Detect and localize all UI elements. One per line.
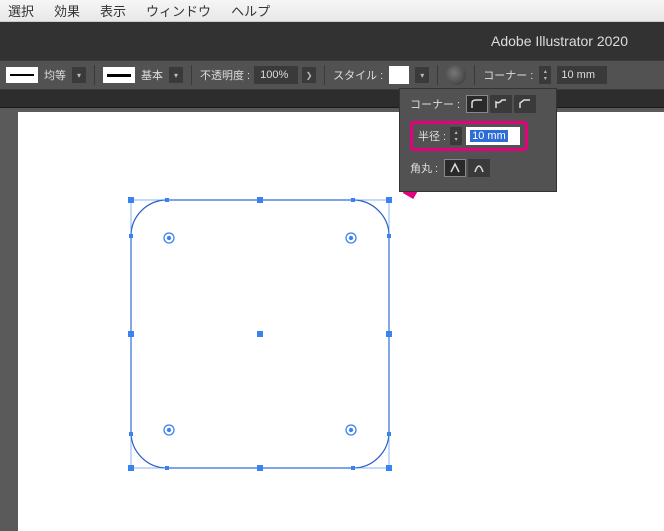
corner-label: コーナー : <box>483 67 533 83</box>
recolor-artwork-icon[interactable] <box>446 65 466 85</box>
selected-rounded-rect[interactable] <box>121 190 401 480</box>
menubar: 選択 効果 表示 ウィンドウ ヘルプ <box>0 0 664 22</box>
ruler-bar <box>0 90 664 108</box>
radius-spinner[interactable]: ▴▾ <box>450 127 462 145</box>
radius-input[interactable]: 10 mm <box>466 127 520 145</box>
separator <box>94 65 95 85</box>
style-label: スタイル : <box>333 67 383 83</box>
brush-label: 基本 <box>141 67 163 83</box>
menu-effect[interactable]: 効果 <box>54 1 80 20</box>
stroke-profile-dropdown-icon[interactable]: ▾ <box>72 67 86 83</box>
corner-type-chamfer-icon[interactable] <box>514 95 536 113</box>
corner-type-round-icon[interactable] <box>466 95 488 113</box>
popup-corner-label: コーナー : <box>410 96 460 112</box>
menu-view[interactable]: 表示 <box>100 1 126 20</box>
brush-swatch[interactable] <box>103 67 135 83</box>
corner-type-inverted-icon[interactable] <box>490 95 512 113</box>
menu-help[interactable]: ヘルプ <box>231 1 270 20</box>
stroke-profile-swatch[interactable] <box>6 67 38 83</box>
opacity-label: 不透明度 : <box>200 67 250 83</box>
corner-spinner[interactable]: ▴▾ <box>539 66 551 84</box>
artboard[interactable] <box>18 112 664 531</box>
titlebar: Adobe Illustrator 2020 <box>0 22 664 60</box>
style-dropdown-icon[interactable]: ▾ <box>415 67 429 83</box>
opacity-input[interactable]: 100% <box>254 66 298 84</box>
separator <box>191 65 192 85</box>
style-swatch[interactable] <box>389 66 409 84</box>
canvas-area <box>0 108 664 531</box>
menu-select[interactable]: 選択 <box>8 1 34 20</box>
rounding-relative-icon[interactable] <box>468 159 490 177</box>
brush-dropdown-icon[interactable]: ▾ <box>169 67 183 83</box>
app-title: Adobe Illustrator 2020 <box>491 33 628 49</box>
corner-value-input[interactable]: 10 mm <box>557 66 607 84</box>
control-bar: 均等 ▾ 基本 ▾ 不透明度 : 100% ❯ スタイル : ▾ コーナー : … <box>0 60 664 90</box>
radius-highlight-box: 半径 : ▴▾ 10 mm <box>410 121 528 151</box>
corner-options-popup: コーナー : 半径 : ▴▾ 10 mm 角丸 : <box>399 88 557 192</box>
popup-radius-label: 半径 : <box>418 128 446 144</box>
separator <box>324 65 325 85</box>
rounding-absolute-icon[interactable] <box>444 159 466 177</box>
opacity-dropdown-icon[interactable]: ❯ <box>302 67 316 83</box>
stroke-profile-label: 均等 <box>44 67 66 83</box>
separator <box>474 65 475 85</box>
separator <box>437 65 438 85</box>
menu-window[interactable]: ウィンドウ <box>146 1 211 20</box>
popup-rounding-label: 角丸 : <box>410 160 438 176</box>
